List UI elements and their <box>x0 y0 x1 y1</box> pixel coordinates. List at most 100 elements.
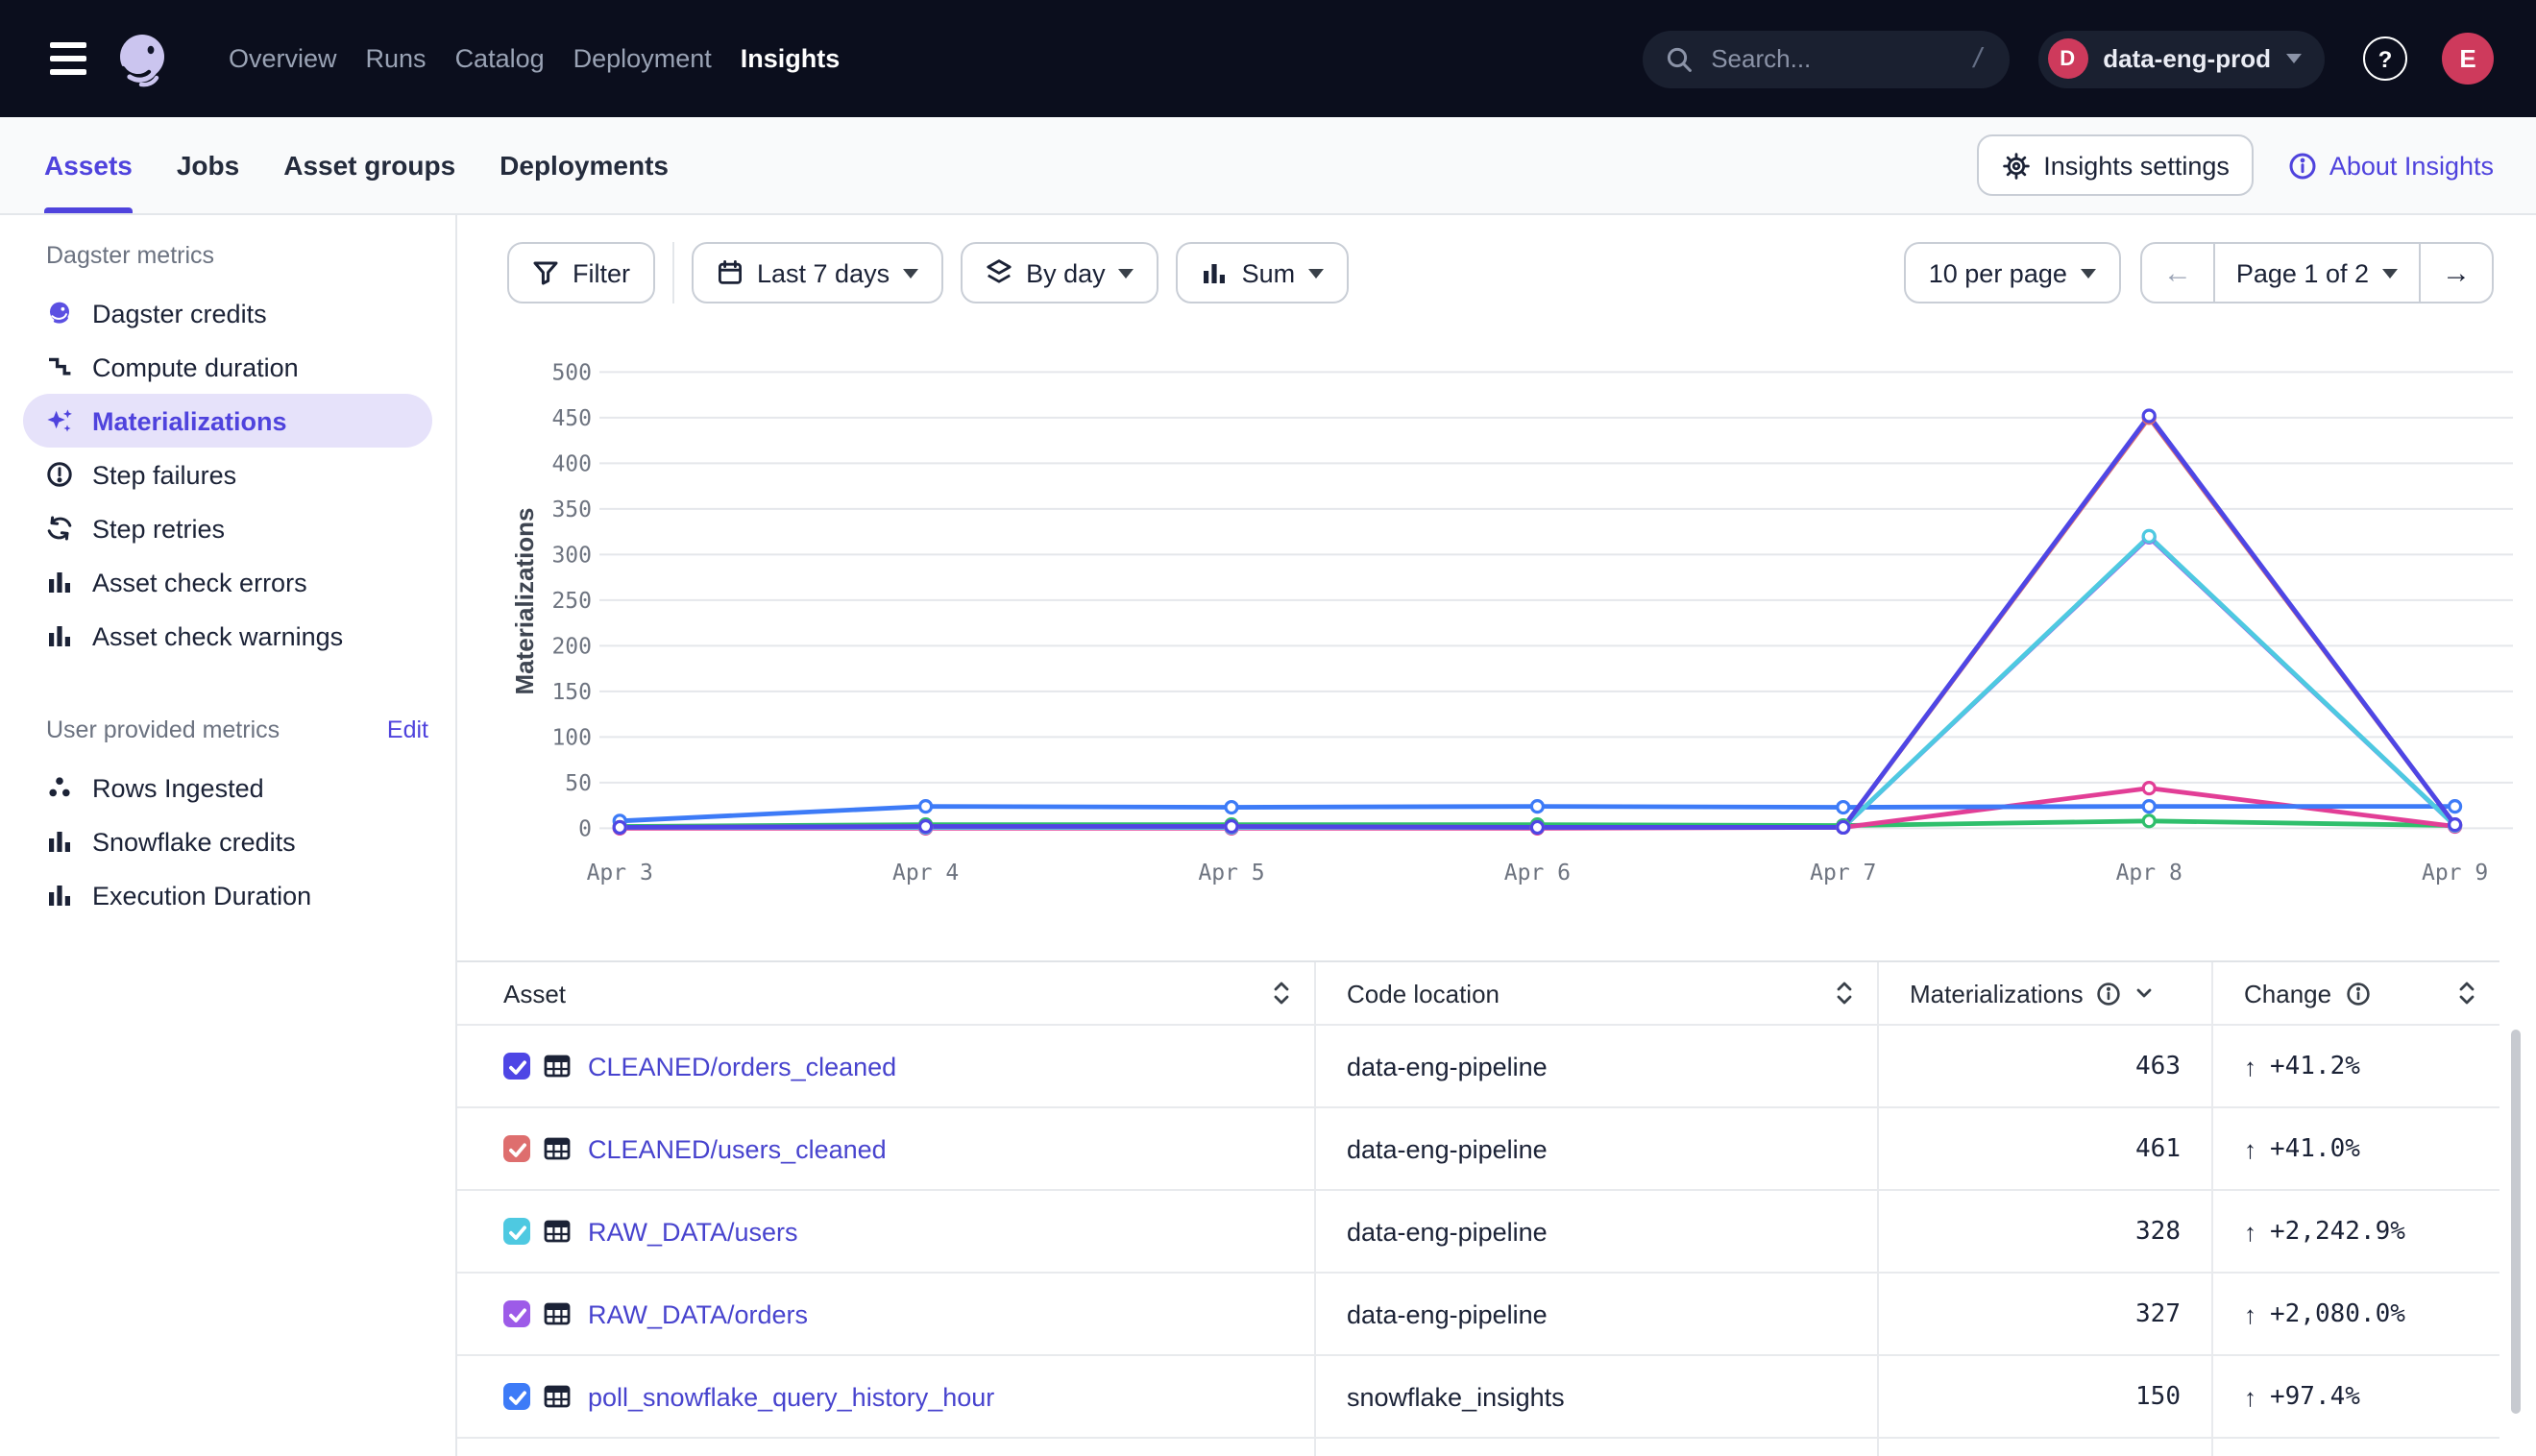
next-page-button[interactable]: → <box>2419 244 2492 302</box>
svg-text:Apr 8: Apr 8 <box>2116 861 2182 886</box>
arrow-up-icon: ↑ <box>2244 1382 2256 1411</box>
svg-text:200: 200 <box>551 634 592 659</box>
sidebar-item-dagster-credits[interactable]: Dagster credits <box>23 286 432 340</box>
column-header-change[interactable]: Change <box>2211 962 2499 1024</box>
chevron-down-icon[interactable] <box>2135 985 2155 1001</box>
sidebar-item-label: Compute duration <box>92 352 299 381</box>
per-page-button[interactable]: 10 per page <box>1904 242 2121 303</box>
column-header-materializations[interactable]: Materializations <box>1877 962 2211 1024</box>
tab-asset-groups[interactable]: Asset groups <box>283 117 455 213</box>
alert-circle-icon <box>46 461 73 488</box>
materializations-value: 327 <box>1877 1274 2211 1354</box>
sidebar-item-step-failures[interactable]: Step failures <box>23 448 432 501</box>
bar-chart-icon <box>1202 259 1229 286</box>
sidebar-item-asset-check-warnings[interactable]: Asset check warnings <box>23 609 432 663</box>
prev-page-button[interactable]: ← <box>2142 244 2213 302</box>
about-insights-link[interactable]: About Insights <box>2289 151 2494 180</box>
tab-deployments[interactable]: Deployments <box>500 117 669 213</box>
check-icon <box>506 1138 527 1159</box>
series-checkbox[interactable] <box>503 1300 530 1327</box>
table-row: poll_snowflake_query_history_hour snowfl… <box>457 1356 2499 1439</box>
code-location-cell: data-eng-pipeline <box>1314 1108 1877 1189</box>
help-icon[interactable]: ? <box>2363 36 2407 81</box>
metrics-sidebar: Dagster metrics Dagster credits <box>0 215 457 1456</box>
search-field[interactable] <box>1707 42 1926 75</box>
asset-link[interactable]: CLEANED/orders_cleaned <box>588 1052 896 1080</box>
user-avatar[interactable]: E <box>2442 33 2494 85</box>
tab-assets[interactable]: Assets <box>44 117 133 213</box>
chevron-down-icon <box>1119 268 1134 278</box>
code-location-cell: data-eng-pipeline <box>1314 1026 1877 1106</box>
svg-text:Apr 7: Apr 7 <box>1810 861 1876 886</box>
chevron-down-icon <box>2382 268 2398 278</box>
date-range-label: Last 7 days <box>757 258 890 287</box>
asset-link[interactable]: poll_snowflake_query_history_hour <box>588 1382 994 1411</box>
table-icon <box>544 1053 571 1080</box>
column-header-code-location[interactable]: Code location <box>1314 962 1877 1024</box>
info-icon <box>2097 981 2122 1006</box>
chevron-down-icon <box>1308 268 1324 278</box>
svg-text:Apr 3: Apr 3 <box>587 861 653 886</box>
bar-chart-icon <box>46 569 73 595</box>
sort-icon[interactable] <box>1835 980 1854 1007</box>
sidebar-item-step-retries[interactable]: Step retries <box>23 501 432 555</box>
sidebar-item-label: Execution Duration <box>92 881 311 910</box>
nav-item-runs[interactable]: Runs <box>366 44 427 73</box>
nav-item-insights[interactable]: Insights <box>741 44 841 73</box>
asset-link[interactable]: RAW_DATA/orders <box>588 1299 808 1328</box>
gear-icon <box>2001 151 2030 180</box>
sort-icon[interactable] <box>1272 980 1291 1007</box>
nav-item-overview[interactable]: Overview <box>229 44 337 73</box>
date-range-button[interactable]: Last 7 days <box>692 242 943 303</box>
deployment-switcher[interactable]: D data-eng-prod <box>2037 30 2325 87</box>
series-checkbox[interactable] <box>503 1053 530 1080</box>
table-icon <box>544 1300 571 1327</box>
nav-item-deployment[interactable]: Deployment <box>573 44 712 73</box>
bar-chart-icon <box>46 882 73 909</box>
toolbar-divider <box>672 242 674 303</box>
filter-button[interactable]: Filter <box>507 242 655 303</box>
dots-icon <box>46 774 73 801</box>
table-scrollbar[interactable] <box>2511 1030 2521 1414</box>
asset-link[interactable]: RAW_DATA/users <box>588 1217 798 1246</box>
aggregation-button[interactable]: Sum <box>1177 242 1350 303</box>
change-cell: ↑ +2,300.0% <box>2211 1439 2499 1456</box>
series-checkbox[interactable] <box>503 1135 530 1162</box>
insights-tabs: Assets Jobs Asset groups Deployments <box>44 117 669 213</box>
main-content: Filter Last 7 days By day <box>457 215 2536 1456</box>
menu-icon[interactable] <box>50 42 86 75</box>
edit-metrics-link[interactable]: Edit <box>387 716 428 743</box>
svg-text:Apr 6: Apr 6 <box>1504 861 1571 886</box>
column-header-asset[interactable]: Asset <box>457 962 1314 1024</box>
materializations-value: 328 <box>1877 1191 2211 1272</box>
svg-text:350: 350 <box>551 497 592 522</box>
materializations-value: 463 <box>1877 1026 2211 1106</box>
about-insights-label: About Insights <box>2329 151 2494 180</box>
arrow-up-icon: ↑ <box>2244 1052 2256 1080</box>
search-input[interactable]: / <box>1642 30 2009 87</box>
page-select-button[interactable]: Page 1 of 2 <box>2213 244 2419 302</box>
group-by-button[interactable]: By day <box>961 242 1159 303</box>
sort-icon[interactable] <box>2457 980 2476 1007</box>
svg-text:100: 100 <box>551 725 592 750</box>
series-checkbox[interactable] <box>503 1218 530 1245</box>
nav-item-catalog[interactable]: Catalog <box>455 44 545 73</box>
sidebar-item-rows-ingested[interactable]: Rows Ingested <box>23 761 432 814</box>
table-header-row: Asset Code location Materializations <box>457 962 2499 1026</box>
sidebar-item-execution-duration[interactable]: Execution Duration <box>23 868 432 922</box>
sidebar-item-asset-check-errors[interactable]: Asset check errors <box>23 555 432 609</box>
chevron-down-icon <box>2081 268 2096 278</box>
sidebar-item-compute-duration[interactable]: Compute duration <box>23 340 432 394</box>
sidebar-item-snowflake-credits[interactable]: Snowflake credits <box>23 814 432 868</box>
series-checkbox[interactable] <box>503 1383 530 1410</box>
sidebar-section-title: User provided metrics Edit <box>46 713 428 747</box>
dagster-logo-icon[interactable] <box>110 26 175 91</box>
svg-text:300: 300 <box>551 543 592 568</box>
sidebar-item-materializations[interactable]: Materializations <box>23 394 432 448</box>
deployment-badge: D <box>2047 38 2087 79</box>
sidebar-section-title: Dagster metrics <box>46 238 428 273</box>
insights-settings-button[interactable]: Insights settings <box>1976 134 2255 196</box>
tab-jobs[interactable]: Jobs <box>177 117 239 213</box>
asset-link[interactable]: CLEANED/users_cleaned <box>588 1134 887 1163</box>
change-cell: ↑ +97.4% <box>2211 1356 2499 1437</box>
